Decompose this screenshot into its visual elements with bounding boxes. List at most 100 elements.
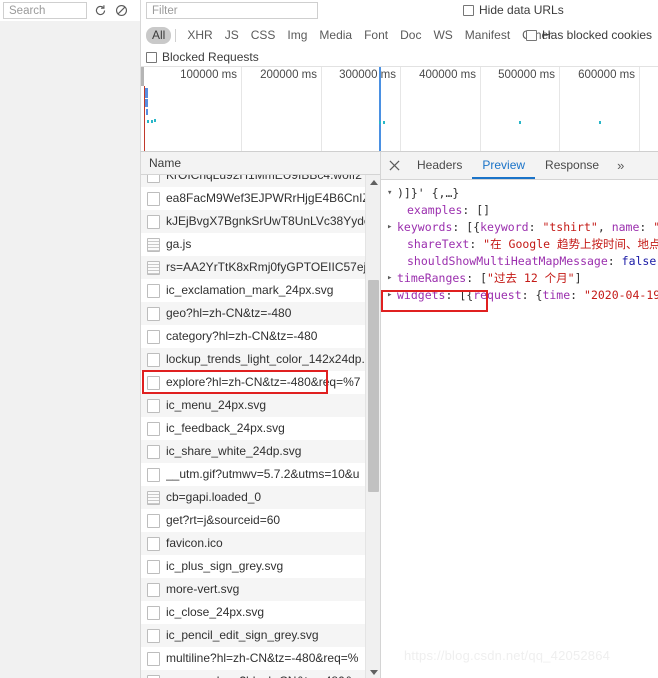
- json-line[interactable]: timeRanges: ["过去 12 个月"]: [381, 270, 658, 287]
- table-row[interactable]: geo?hl=zh-CN&tz=-480: [141, 302, 380, 325]
- table-row[interactable]: favicon.ico: [141, 532, 380, 555]
- tab-headers[interactable]: Headers: [407, 152, 472, 179]
- request-name: rs=AA2YrTtK8xRmj0fyGPTOEIIC57ejY: [166, 256, 374, 279]
- search-placeholder: Search: [9, 5, 45, 18]
- overview-request-bar: [145, 88, 148, 98]
- json-token: []: [476, 203, 490, 217]
- table-row[interactable]: kJEjBvgX7BgnkSrUwT8UnLVc38Yydej: [141, 210, 380, 233]
- preview-json-viewer[interactable]: )]}' {,…}examples: []keywords: [{keyword…: [381, 180, 658, 678]
- has-blocked-cookies-checkbox[interactable]: Has blocked cookies: [526, 28, 652, 42]
- request-name: multiline?hl=zh-CN&tz=-480&req=%: [166, 647, 358, 670]
- load-event-marker: [379, 67, 381, 151]
- type-filter-img[interactable]: Img: [281, 27, 313, 44]
- type-filter-css[interactable]: CSS: [245, 27, 282, 44]
- json-line[interactable]: shareText: "在 Google 趋势上按时间、地点: [381, 236, 658, 253]
- overview-request-dot: [154, 119, 156, 122]
- table-row[interactable]: category?hl=zh-CN&tz=-480: [141, 325, 380, 348]
- table-row[interactable]: ic_share_white_24dp.svg: [141, 440, 380, 463]
- table-row[interactable]: comparedgeo?hl=zh-CN&tz=-480&r: [141, 670, 380, 678]
- hide-data-urls-checkbox[interactable]: Hide data URLs: [463, 3, 564, 17]
- network-overview-timeline[interactable]: 100000 ms200000 ms300000 ms400000 ms5000…: [140, 66, 658, 151]
- timeline-gridline: [321, 67, 322, 151]
- chevron-double-right-icon[interactable]: »: [609, 158, 632, 173]
- file-icon: [147, 537, 160, 551]
- search-input[interactable]: Search: [3, 2, 87, 19]
- table-row[interactable]: cb=gapi.loaded_0: [141, 486, 380, 509]
- request-name: more-vert.svg: [166, 578, 239, 601]
- overview-request-dot: [599, 121, 601, 124]
- type-filter-media[interactable]: Media: [313, 27, 358, 44]
- request-name: favicon.ico: [166, 532, 223, 555]
- disclosure-triangle-icon[interactable]: [387, 270, 397, 287]
- scrollbar-thumb[interactable]: [368, 280, 379, 492]
- filter-row: Filter Hide data URLs: [141, 0, 658, 21]
- table-row[interactable]: ea8FacM9Wef3EJPWRrHjgE4B6CnIZx: [141, 187, 380, 210]
- disclosure-triangle-icon[interactable]: [387, 287, 397, 304]
- file-icon: [147, 307, 160, 321]
- request-detail-pane: HeadersPreviewResponse» )]}' {,…}example…: [380, 151, 658, 678]
- tab-preview[interactable]: Preview: [472, 152, 535, 179]
- table-row[interactable]: more-vert.svg: [141, 578, 380, 601]
- type-filter-xhr[interactable]: XHR: [181, 27, 218, 44]
- json-token: ": [653, 220, 658, 234]
- disclosure-triangle-icon[interactable]: [387, 185, 397, 202]
- json-line[interactable]: shouldShowMultiHeatMapMessage: false: [381, 253, 658, 270]
- type-filter-font[interactable]: Font: [358, 27, 394, 44]
- table-row[interactable]: ic_pencil_edit_sign_grey.svg: [141, 624, 380, 647]
- refresh-icon[interactable]: [92, 2, 109, 19]
- table-row[interactable]: ic_feedback_24px.svg: [141, 417, 380, 440]
- request-name: comparedgeo?hl=zh-CN&tz=-480&r: [166, 670, 357, 678]
- close-icon[interactable]: [381, 152, 407, 179]
- request-name: ic_menu_24px.svg: [166, 394, 266, 417]
- file-icon: [147, 353, 160, 367]
- disclosure-triangle-icon[interactable]: [387, 219, 397, 236]
- clear-icon[interactable]: [113, 2, 130, 19]
- file-icon: [147, 468, 160, 482]
- json-line[interactable]: widgets: [{request: {time: "2020-04-19: [381, 287, 658, 304]
- table-row[interactable]: get?rt=j&sourceid=60: [141, 509, 380, 532]
- script-icon: [147, 238, 160, 252]
- file-icon: [147, 215, 160, 229]
- json-token: :: [469, 237, 483, 251]
- json-token: :: [445, 288, 459, 302]
- checkbox-box: [526, 30, 537, 41]
- table-row[interactable]: ic_plus_sign_grey.svg: [141, 555, 380, 578]
- type-filter-ws[interactable]: WS: [427, 27, 458, 44]
- table-row[interactable]: rs=AA2YrTtK8xRmj0fyGPTOEIIC57ejY: [141, 256, 380, 279]
- table-row[interactable]: __utm.gif?utmwv=5.7.2&utms=10&u: [141, 463, 380, 486]
- json-token: keywords: [397, 220, 452, 234]
- table-row[interactable]: ic_menu_24px.svg: [141, 394, 380, 417]
- json-token: false: [622, 254, 657, 268]
- type-filter-js[interactable]: JS: [219, 27, 245, 44]
- json-token: "过去 12 个月": [487, 271, 575, 285]
- timeline-tick-label: 200000 ms: [260, 69, 321, 81]
- json-token: "在 Google 趋势上按时间、地点: [483, 237, 658, 251]
- scroll-up-arrow[interactable]: [366, 175, 380, 189]
- table-row[interactable]: KrOIChqLu92H1MmEU9IBBc4.woff2: [141, 175, 380, 187]
- type-filter-all[interactable]: All: [146, 27, 171, 44]
- timeline-gridline: [480, 67, 481, 151]
- request-list-scrollbar[interactable]: [365, 175, 380, 678]
- overview-request-dot: [379, 121, 381, 124]
- tab-response[interactable]: Response: [535, 152, 609, 179]
- table-row[interactable]: ga.js: [141, 233, 380, 256]
- detail-tab-bar: HeadersPreviewResponse»: [381, 152, 658, 180]
- json-line[interactable]: examples: []: [381, 202, 658, 219]
- type-filter-doc[interactable]: Doc: [394, 27, 427, 44]
- table-row[interactable]: multiline?hl=zh-CN&tz=-480&req=%: [141, 647, 380, 670]
- type-filter-manifest[interactable]: Manifest: [459, 27, 516, 44]
- json-line[interactable]: keywords: [{keyword: "tshirt", name: ": [381, 219, 658, 236]
- filter-input[interactable]: Filter: [146, 2, 318, 19]
- json-line[interactable]: )]}' {,…}: [381, 185, 658, 202]
- table-row[interactable]: explore?hl=zh-CN&tz=-480&req=%7: [141, 371, 380, 394]
- json-token: :: [529, 220, 543, 234]
- blocked-requests-checkbox[interactable]: Blocked Requests: [146, 50, 259, 64]
- json-token: [{: [459, 288, 473, 302]
- table-row[interactable]: ic_close_24px.svg: [141, 601, 380, 624]
- table-row[interactable]: lockup_trends_light_color_142x24dp..: [141, 348, 380, 371]
- timeline-gridline: [639, 67, 640, 151]
- file-icon: [147, 583, 160, 597]
- table-row[interactable]: ic_exclamation_mark_24px.svg: [141, 279, 380, 302]
- scroll-down-arrow[interactable]: [366, 665, 380, 678]
- hide-data-urls-label: Hide data URLs: [479, 3, 564, 17]
